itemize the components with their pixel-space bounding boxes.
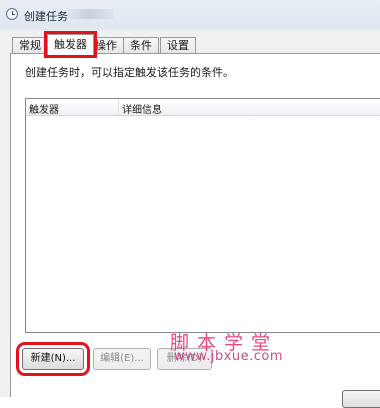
- list-header: 触发器 详细信息: [26, 99, 380, 116]
- edit-trigger-button[interactable]: 编辑(E)...: [93, 348, 151, 370]
- triggers-description: 创建任务时，可以指定触发该任务的条件。: [25, 66, 234, 79]
- tab-triggers[interactable]: 触发器: [44, 31, 97, 58]
- dialog-ok-button[interactable]: [342, 390, 380, 408]
- delete-trigger-button[interactable]: 删除(D): [157, 348, 212, 370]
- tab-settings[interactable]: 设置: [160, 37, 196, 54]
- blurred-title-text: [64, 9, 114, 19]
- column-divider[interactable]: [118, 99, 119, 115]
- title-bar[interactable]: 创建任务: [0, 0, 380, 30]
- column-header-trigger[interactable]: 触发器: [29, 101, 59, 116]
- tab-conditions[interactable]: 条件: [123, 37, 159, 54]
- column-header-details[interactable]: 详细信息: [122, 101, 162, 116]
- window-title: 创建任务: [24, 10, 68, 23]
- tab-general[interactable]: 常规: [12, 37, 48, 54]
- new-trigger-button[interactable]: 新建(N)...: [16, 342, 90, 376]
- triggers-list[interactable]: 触发器 详细信息: [25, 98, 380, 333]
- task-scheduler-icon: [6, 8, 18, 20]
